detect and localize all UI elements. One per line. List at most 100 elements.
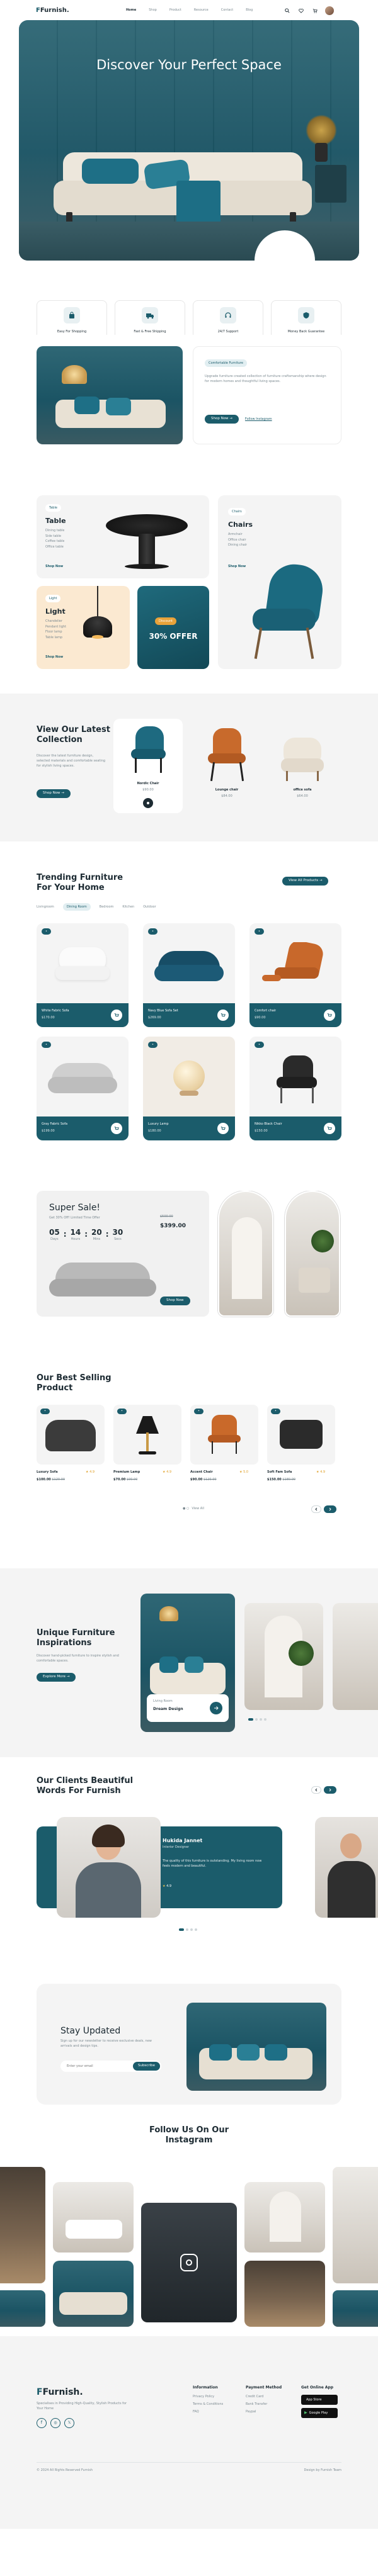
logo[interactable]: F Furnish. <box>36 6 69 15</box>
tab-outdoor[interactable]: Outdoor <box>143 905 156 909</box>
footer-logo[interactable]: F Furnish. <box>37 2387 83 2399</box>
nav-item-resource[interactable]: Resource <box>194 8 209 13</box>
insta-photo[interactable] <box>244 2182 325 2253</box>
arrow-right-icon[interactable] <box>210 1702 222 1714</box>
about-image <box>37 346 183 444</box>
cart-icon[interactable] <box>111 1010 122 1021</box>
product-card[interactable]: • Nikko Black Chair $150.00 <box>249 1037 341 1140</box>
client-name: Hukida Jannet <box>163 1838 203 1843</box>
category-offer-card[interactable]: Discount 30% OFFER <box>137 586 209 669</box>
product-card[interactable]: • Comfort chair $90.00 <box>249 923 341 1027</box>
cart-icon[interactable] <box>324 1123 335 1134</box>
shop-now-button[interactable]: Shop Now → <box>205 415 239 424</box>
footer-link[interactable]: Privacy Policy <box>193 2395 223 2399</box>
new-badge: • <box>42 928 51 935</box>
subscribe-button[interactable]: Subscribe <box>132 2062 160 2071</box>
insta-photo[interactable] <box>333 2167 378 2283</box>
follow-instagram-link[interactable]: Follow Instagram <box>245 417 272 422</box>
user-avatar[interactable] <box>325 6 334 15</box>
insta-photo[interactable] <box>53 2182 134 2253</box>
category-table-card[interactable]: Table Table Dining table Side table Coff… <box>37 495 209 578</box>
page: F Furnish. Home Shop Product Resource Con… <box>0 0 378 2529</box>
insta-photo[interactable] <box>0 2167 45 2283</box>
cart-icon[interactable] <box>311 7 319 14</box>
main-nav: Home Shop Product Resource Contact Blog <box>126 8 253 13</box>
search-icon[interactable] <box>284 7 291 14</box>
nav-item-product[interactable]: Product <box>169 8 181 13</box>
footer-link[interactable]: Paypal <box>246 2410 282 2414</box>
cart-icon[interactable] <box>324 1010 335 1021</box>
table-image <box>100 511 194 574</box>
tab-dining-room[interactable]: Dining Room <box>62 903 91 911</box>
best-product-card[interactable]: • Luxury Sofa ★ 4.9 $100.00 $120.00 <box>37 1405 105 1499</box>
insta-photo-featured[interactable] <box>141 2203 237 2322</box>
feature-card: Easy For Shopping <box>37 300 107 335</box>
tab-bedroom[interactable]: Bedroom <box>100 905 114 909</box>
cart-icon[interactable] <box>111 1123 122 1134</box>
nav-item-shop[interactable]: Shop <box>149 8 157 13</box>
sale-badge: • <box>271 1409 280 1414</box>
email-input[interactable] <box>67 2064 133 2068</box>
best-product-card[interactable]: • Premium Lamp ★ 4.9 $70.00 $90.00 <box>113 1405 181 1499</box>
nav-item-blog[interactable]: Blog <box>246 8 253 13</box>
footer-link[interactable]: FAQ <box>193 2410 223 2414</box>
cart-icon[interactable] <box>217 1123 229 1134</box>
testimonial-controls <box>311 1786 336 1794</box>
countdown-timer: 05 Days : 14 Hours : 20 Mins : 30 Secs <box>49 1228 123 1242</box>
product-card[interactable]: • Luxury Lamp $180.00 <box>143 1037 235 1140</box>
footer-link[interactable]: Credit Card <box>246 2395 282 2399</box>
sale-shop-button[interactable]: Shop Now <box>160 1296 190 1305</box>
heart-icon[interactable] <box>297 7 305 14</box>
best-product-card[interactable]: • Soft Fam Sofa ★ 4.9 $150.00 $180.00 <box>267 1405 335 1499</box>
about-actions: Shop Now → Follow Instagram <box>205 415 272 424</box>
newsletter-card: Stay Updated Sign up for our newsletter … <box>37 1984 341 2105</box>
product-card[interactable]: • Navy Blue Sofa Set $269.00 <box>143 923 235 1027</box>
product-card[interactable]: • Gray Fabric Sofa $199.00 <box>37 1037 129 1140</box>
footer-link[interactable]: Bank Transfer <box>246 2402 282 2407</box>
app-store-button[interactable]: App Store <box>301 2395 338 2405</box>
footer-app-column: Get Online App App Store ▶ Google Play <box>301 2385 338 2419</box>
prev-arrow-icon[interactable] <box>311 1786 321 1794</box>
bag-icon <box>64 307 80 323</box>
next-arrow-icon[interactable] <box>324 1786 336 1794</box>
side-table <box>315 165 346 203</box>
collection-item[interactable]: Nordic Chair $90.00 <box>113 719 183 813</box>
shop-now-link[interactable]: Shop Now <box>45 655 63 660</box>
cart-icon[interactable] <box>217 1010 229 1021</box>
instagram-icon[interactable]: ◎ <box>50 2418 60 2428</box>
product-card[interactable]: • White Fabric Sofa $170.00 <box>37 923 129 1027</box>
tab-kitchen[interactable]: Kitchen <box>122 905 134 909</box>
view-all-products-button[interactable]: View All Products → <box>282 877 329 886</box>
facebook-icon[interactable]: f <box>37 2418 47 2428</box>
instagram-icon[interactable] <box>180 2254 198 2271</box>
insta-photo[interactable] <box>244 2261 325 2327</box>
inspiration-dots[interactable] <box>247 1717 267 1723</box>
tab-livingroom[interactable]: Livingroom <box>37 905 54 909</box>
insta-photo[interactable] <box>333 2290 378 2327</box>
chair-collection-shop-button[interactable]: Shop Now → <box>37 789 71 798</box>
google-play-button[interactable]: ▶ Google Play <box>301 2408 338 2419</box>
view-icon[interactable] <box>143 798 153 808</box>
nav-item-home[interactable]: Home <box>126 8 136 13</box>
testimonial-dots[interactable] <box>178 1927 198 1933</box>
sale-card: Super Sale! Get 30% Off! Limited Time Of… <box>37 1191 209 1317</box>
nav-item-contact[interactable]: Contact <box>221 8 233 13</box>
best-product-card[interactable]: • Accent Chair ★ 5.0 $90.00 $120.00 <box>190 1405 258 1499</box>
prev-arrow-icon[interactable] <box>311 1505 321 1513</box>
twitter-icon[interactable]: 𝕏 <box>64 2418 74 2428</box>
sale-subtitle: Get 30% Off! Limited Time Offer <box>49 1216 100 1220</box>
inspiration-section: Unique Furniture Inspirations Discover h… <box>0 1568 378 1757</box>
insta-photo[interactable] <box>53 2261 134 2327</box>
shop-now-link[interactable]: Shop Now <box>45 565 63 569</box>
insta-photo[interactable] <box>0 2290 45 2327</box>
pagination-dots[interactable]: ● ○ <box>183 1507 189 1511</box>
client-role: Interior Designer <box>163 1845 190 1849</box>
inspiration-image-main: Living Room Dream Design <box>140 1594 235 1732</box>
next-arrow-icon[interactable] <box>324 1505 336 1513</box>
explore-more-button[interactable]: Explore More → <box>37 1673 76 1682</box>
white-sofa-image <box>54 942 111 986</box>
category-light-card[interactable]: Light Light Chandelier Pendant light Flo… <box>37 586 130 669</box>
footer-link[interactable]: Terms & Conditions <box>193 2402 223 2407</box>
sale-badge: • <box>40 1409 50 1414</box>
category-chairs-card[interactable]: Chairs Chairs Armchair Office chair Dini… <box>218 495 341 669</box>
